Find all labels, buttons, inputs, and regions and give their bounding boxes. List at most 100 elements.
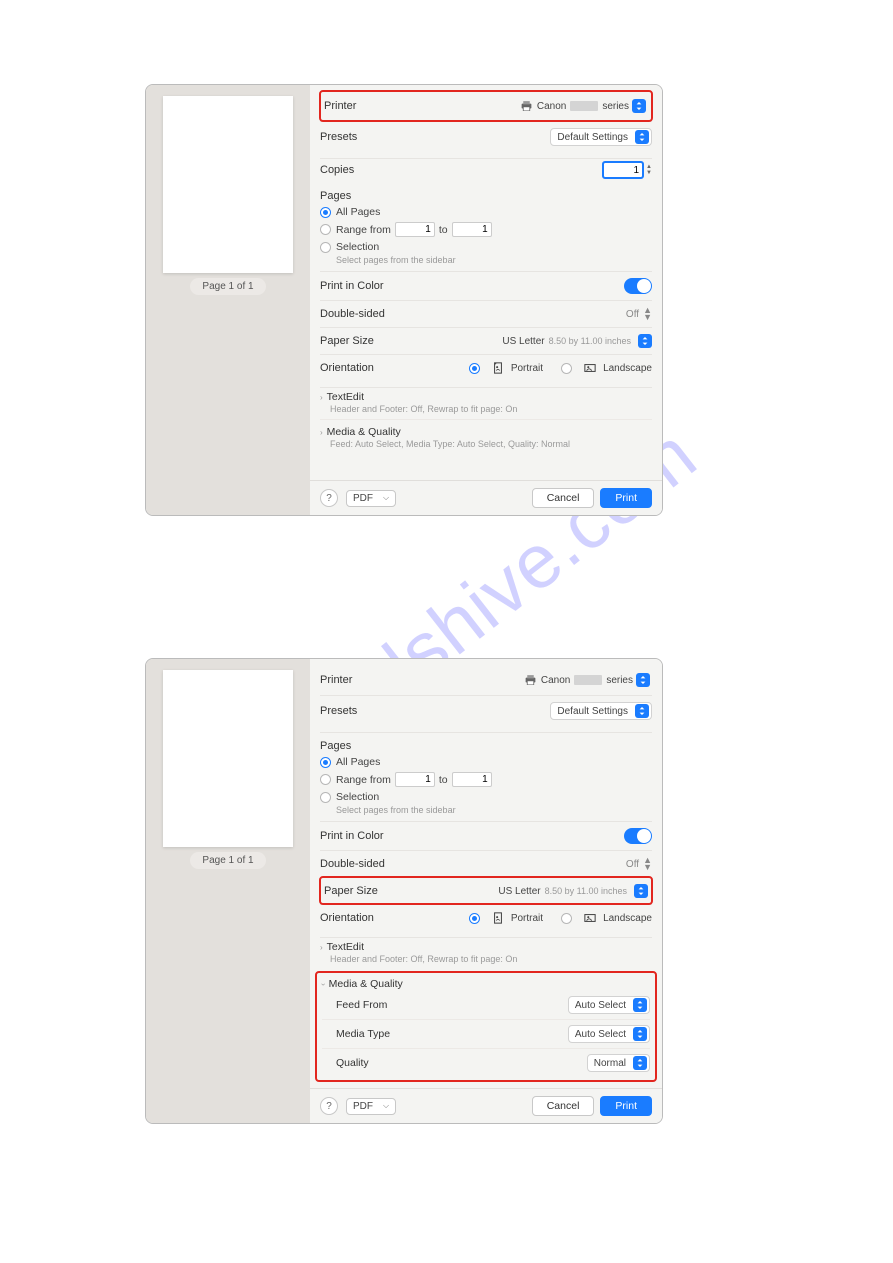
orientation-row: Orientation Portrait Landscape [320, 354, 652, 381]
paper-size-row: Paper Size US Letter 8.50 by 11.00 inche… [320, 327, 652, 354]
paper-size-value: US Letter [502, 336, 544, 347]
paper-size-select[interactable]: US Letter 8.50 by 11.00 inches [502, 334, 652, 348]
feed-from-select[interactable]: Auto Select [568, 996, 650, 1014]
page-indicator: Page 1 of 1 [190, 852, 265, 869]
pages-all-option[interactable]: All Pages [320, 754, 652, 770]
media-quality-label: Media & Quality [327, 426, 401, 438]
radio-icon [320, 757, 331, 768]
cancel-button[interactable]: Cancel [532, 1096, 595, 1116]
pages-selection-option[interactable]: Selection [320, 239, 652, 255]
print-dialog-2: Page 1 of 1 Printer Canon series [145, 658, 663, 1124]
print-button[interactable]: Print [600, 1096, 652, 1116]
printer-icon [524, 675, 537, 685]
presets-label: Presets [320, 131, 357, 143]
printer-select[interactable]: Canon series [514, 97, 648, 115]
copies-label: Copies [320, 164, 354, 176]
pages-range-option[interactable]: Range from to [320, 220, 652, 239]
pdf-menu-button[interactable]: PDF ⌵ [346, 490, 396, 507]
copies-input[interactable] [603, 162, 643, 178]
dropdown-icon [638, 334, 652, 348]
dropdown-icon [633, 1027, 647, 1041]
copies-stepper[interactable]: ▲▼ [603, 162, 652, 178]
paper-size-value: US Letter [498, 886, 540, 897]
dropdown-icon [633, 998, 647, 1012]
quality-value: Normal [594, 1058, 630, 1069]
presets-value: Default Settings [557, 132, 632, 143]
preview-pane: Page 1 of 1 [146, 659, 310, 1123]
pages-selection-label: Selection [336, 791, 379, 803]
double-sided-row: Double-sided Off ▲▼ [320, 300, 652, 327]
printer-icon [520, 101, 533, 111]
pages-label: Pages [320, 736, 652, 754]
page-thumbnail[interactable] [163, 670, 293, 847]
printer-label: Printer [324, 100, 356, 112]
textedit-disclosure[interactable]: › TextEdit [320, 937, 652, 954]
stepper-buttons[interactable]: ▲▼ [646, 164, 652, 176]
pages-group: Pages All Pages Range from to Se [320, 184, 652, 271]
portrait-label: Portrait [511, 363, 543, 374]
presets-select[interactable]: Default Settings [550, 128, 652, 146]
cancel-button[interactable]: Cancel [532, 488, 595, 508]
presets-value: Default Settings [557, 706, 632, 717]
double-sided-select[interactable]: Off ▲▼ [626, 857, 652, 871]
page-thumbnail[interactable] [163, 96, 293, 273]
radio-icon [320, 242, 331, 253]
landscape-label: Landscape [603, 913, 652, 924]
presets-row: Presets Default Settings [320, 695, 652, 726]
chevron-right-icon: › [320, 393, 323, 402]
color-row: Print in Color [320, 271, 652, 300]
print-button[interactable]: Print [600, 488, 652, 508]
pages-all-option[interactable]: All Pages [320, 204, 652, 220]
radio-icon[interactable] [561, 913, 572, 924]
dropdown-icon [636, 673, 650, 687]
range-from-input[interactable] [395, 772, 435, 787]
landscape-icon [583, 911, 597, 925]
dropdown-icon [634, 884, 648, 898]
chevron-right-icon: › [320, 943, 323, 952]
presets-row: Presets Default Settings [320, 121, 652, 152]
color-toggle[interactable] [624, 828, 652, 844]
print-dialog-1: Page 1 of 1 Printer Canon series [145, 84, 663, 516]
chevron-down-icon: ⌵ [383, 1101, 389, 1111]
help-button[interactable]: ? [320, 1097, 338, 1115]
paper-size-dim: 8.50 by 11.00 inches [545, 886, 627, 896]
help-button[interactable]: ? [320, 489, 338, 507]
radio-icon[interactable] [469, 913, 480, 924]
double-sided-select[interactable]: Off ▲▼ [626, 307, 652, 321]
double-sided-value: Off [626, 309, 639, 320]
media-quality-label: Media & Quality [329, 978, 403, 990]
paper-size-row: Paper Size US Letter 8.50 by 11.00 inche… [320, 877, 652, 904]
radio-icon[interactable] [561, 363, 572, 374]
feed-from-value: Auto Select [575, 1000, 630, 1011]
presets-select[interactable]: Default Settings [550, 702, 652, 720]
copies-row: Copies ▲▼ [320, 158, 652, 184]
page-indicator: Page 1 of 1 [190, 278, 265, 295]
printer-label: Printer [320, 674, 352, 686]
textedit-disclosure[interactable]: › TextEdit [320, 387, 652, 404]
paper-size-select[interactable]: US Letter 8.50 by 11.00 inches [498, 884, 648, 898]
printer-suffix: series [606, 675, 633, 686]
updown-icon: ▲▼ [643, 857, 652, 871]
range-to-input[interactable] [452, 222, 492, 237]
pages-selection-label: Selection [336, 241, 379, 253]
pages-range-option[interactable]: Range from to [320, 770, 652, 789]
media-quality-disclosure[interactable]: › Media & Quality [320, 419, 652, 439]
range-to-label: to [439, 224, 448, 236]
quality-select[interactable]: Normal [587, 1054, 650, 1072]
media-quality-disclosure[interactable]: › Media & Quality [322, 976, 650, 991]
printer-select[interactable]: Canon series [518, 671, 652, 689]
pages-selection-option[interactable]: Selection [320, 789, 652, 805]
textedit-summary: Header and Footer: Off, Rewrap to fit pa… [320, 954, 652, 967]
portrait-icon [491, 361, 505, 375]
presets-label: Presets [320, 705, 357, 717]
media-type-select[interactable]: Auto Select [568, 1025, 650, 1043]
radio-icon [320, 774, 331, 785]
radio-icon[interactable] [469, 363, 480, 374]
color-label: Print in Color [320, 280, 384, 292]
pages-range-label: Range from [336, 224, 391, 236]
range-from-input[interactable] [395, 222, 435, 237]
range-to-input[interactable] [452, 772, 492, 787]
orientation-label: Orientation [320, 362, 374, 374]
color-toggle[interactable] [624, 278, 652, 294]
pdf-menu-button[interactable]: PDF ⌵ [346, 1098, 396, 1115]
